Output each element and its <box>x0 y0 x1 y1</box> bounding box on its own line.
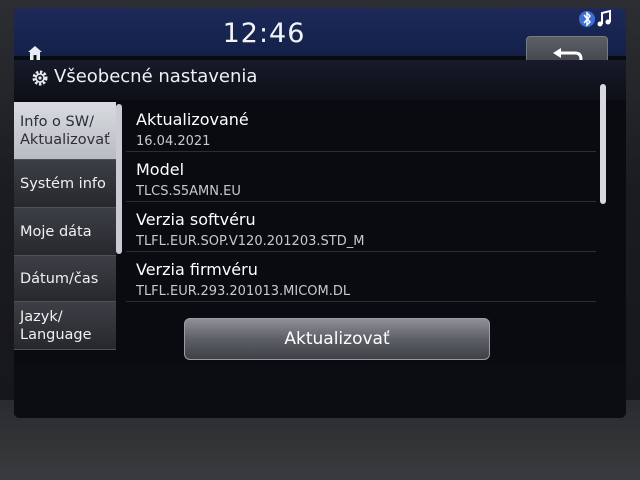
content-scrollbar[interactable] <box>600 84 606 204</box>
page-header: Všeobecné nastavenia <box>14 60 626 100</box>
sidebar-item-language[interactable]: Jazyk/ Language <box>14 302 116 350</box>
item-label: Verzia softvéru <box>136 210 256 229</box>
item-label: Aktualizované <box>136 110 249 129</box>
sidebar-item-label: Info o SW/ Aktualizovať <box>20 113 110 149</box>
item-value: TLFL.EUR.293.201013.MICOM.DL <box>136 284 351 299</box>
status-bar: 12:46 <box>14 8 626 80</box>
sidebar-item-label-line1: Info o SW/ <box>20 113 94 130</box>
sidebar-scrollbar[interactable] <box>116 104 122 254</box>
sidebar-item-system-info[interactable]: Systém info <box>14 160 116 208</box>
sidebar-item-label: Moje dáta <box>20 223 92 240</box>
list-item: Aktualizované 16.04.2021 <box>126 102 596 152</box>
sidebar-item-label-line2: Language <box>20 326 92 343</box>
clock: 12:46 <box>222 18 306 49</box>
screen-bottom-area <box>14 364 626 418</box>
list-item: Verzia softvéru TLFL.EUR.SOP.V120.201203… <box>126 202 596 252</box>
gear-icon <box>32 70 48 86</box>
infotainment-screen: 12:46 Všeobecné nastavenia Info o SW/ Ak… <box>14 8 626 418</box>
item-value: TLCS.S5AMN.EU <box>136 184 241 199</box>
list-item: Verzia firmvéru TLFL.EUR.293.201013.MICO… <box>126 252 596 302</box>
info-list: Aktualizované 16.04.2021 Model TLCS.S5AM… <box>126 102 596 332</box>
sidebar-item-label: Dátum/čas <box>20 270 99 287</box>
sidebar-item-label: Systém info <box>20 175 106 192</box>
sidebar-item-label-line2: Aktualizovať <box>20 131 110 148</box>
sidebar-item-label-line1: Jazyk/ <box>20 308 63 325</box>
item-value: TLFL.EUR.SOP.V120.201203.STD_M <box>136 234 365 249</box>
sidebar-item-my-data[interactable]: Moje dáta <box>14 208 116 256</box>
bluetooth-music-icon <box>574 8 618 30</box>
update-button[interactable]: Aktualizovať <box>184 318 490 360</box>
settings-sidebar: Info o SW/ Aktualizovať Systém info Moje… <box>14 102 116 350</box>
sidebar-item-sw-update[interactable]: Info o SW/ Aktualizovať <box>14 102 116 160</box>
sidebar-item-date-time[interactable]: Dátum/čas <box>14 256 116 302</box>
list-item: Model TLCS.S5AMN.EU <box>126 152 596 202</box>
sidebar-item-label: Jazyk/ Language <box>20 308 92 344</box>
page-title: Všeobecné nastavenia <box>54 66 258 87</box>
item-value: 16.04.2021 <box>136 134 211 149</box>
item-label: Verzia firmvéru <box>136 260 258 279</box>
item-label: Model <box>136 160 185 179</box>
